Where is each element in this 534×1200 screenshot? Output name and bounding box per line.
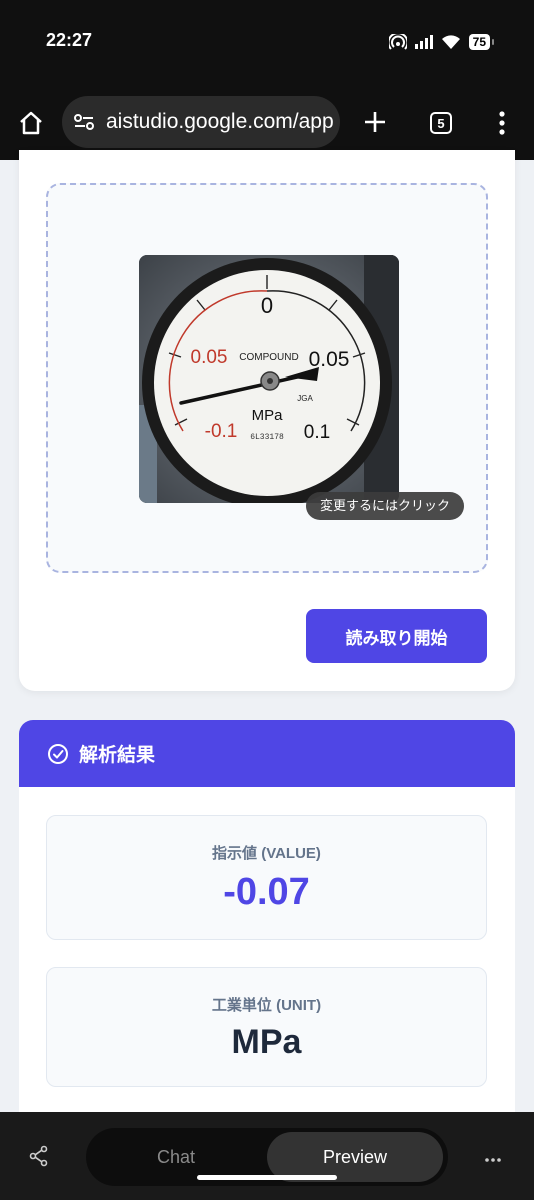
more-horiz-icon[interactable]	[484, 1150, 504, 1162]
results-header: 解析結果	[19, 720, 515, 787]
image-dropzone[interactable]: 0 0.05 0.05 COMPOUND -0.1 0.1 MPa 6L3317…	[46, 183, 488, 573]
bottom-bar: Chat Preview	[0, 1112, 534, 1200]
change-image-tooltip: 変更するにはクリック	[306, 492, 465, 520]
gauge-scale-zero: 0	[261, 293, 273, 318]
hotspot-icon	[388, 34, 407, 50]
unit-reading: MPa	[231, 1023, 302, 1061]
url-text: aistudio.google.com/app	[106, 110, 334, 133]
value-label: 指示値 (VALUE)	[212, 845, 321, 862]
tab-count: 5	[430, 112, 452, 134]
wifi-icon	[441, 34, 460, 49]
gauge-scale-left: 0.05	[191, 347, 228, 368]
gauge-unit: MPa	[252, 407, 284, 424]
battery-indicator: 75	[468, 34, 495, 50]
gauge-scale-bottom-left: -0.1	[205, 421, 238, 442]
gauge-serial: 6L33178	[250, 433, 284, 442]
upload-card: 0 0.05 0.05 COMPOUND -0.1 0.1 MPa 6L3317…	[19, 150, 515, 691]
address-bar[interactable]: aistudio.google.com/app	[62, 96, 340, 148]
signal-icon	[414, 35, 433, 49]
check-circle-icon	[48, 743, 68, 764]
status-time: 22:27	[46, 30, 93, 50]
status-bar: 22:27 75	[0, 0, 534, 90]
value-reading: -0.07	[223, 871, 310, 913]
gauge-scale-right: 0.05	[309, 348, 350, 371]
gauge-photo[interactable]: 0 0.05 0.05 COMPOUND -0.1 0.1 MPa 6L3317…	[139, 255, 399, 503]
start-reading-button[interactable]: 読み取り開始	[306, 609, 487, 663]
gauge-jga: JGA	[297, 394, 313, 403]
gauge-compound-label: COMPOUND	[239, 352, 298, 363]
results-card: 解析結果 指示値 (VALUE) -0.07 工業単位 (UNIT) MPa	[19, 720, 515, 1140]
home-indicator	[197, 1175, 337, 1180]
tabs-icon[interactable]: 5	[428, 110, 454, 136]
home-icon[interactable]	[16, 108, 46, 138]
value-result-box: 指示値 (VALUE) -0.07	[46, 815, 487, 940]
unit-label: 工業単位 (UNIT)	[211, 997, 322, 1014]
share-icon[interactable]	[28, 1145, 50, 1167]
unit-result-box: 工業単位 (UNIT) MPa	[46, 967, 487, 1087]
site-settings-icon[interactable]	[72, 112, 96, 132]
more-vert-icon[interactable]	[492, 110, 512, 136]
new-tab-icon[interactable]	[361, 108, 389, 136]
gauge-scale-bottom-right: 0.1	[304, 422, 330, 443]
status-icons: 75	[388, 34, 495, 50]
results-title: 解析結果	[79, 745, 156, 766]
